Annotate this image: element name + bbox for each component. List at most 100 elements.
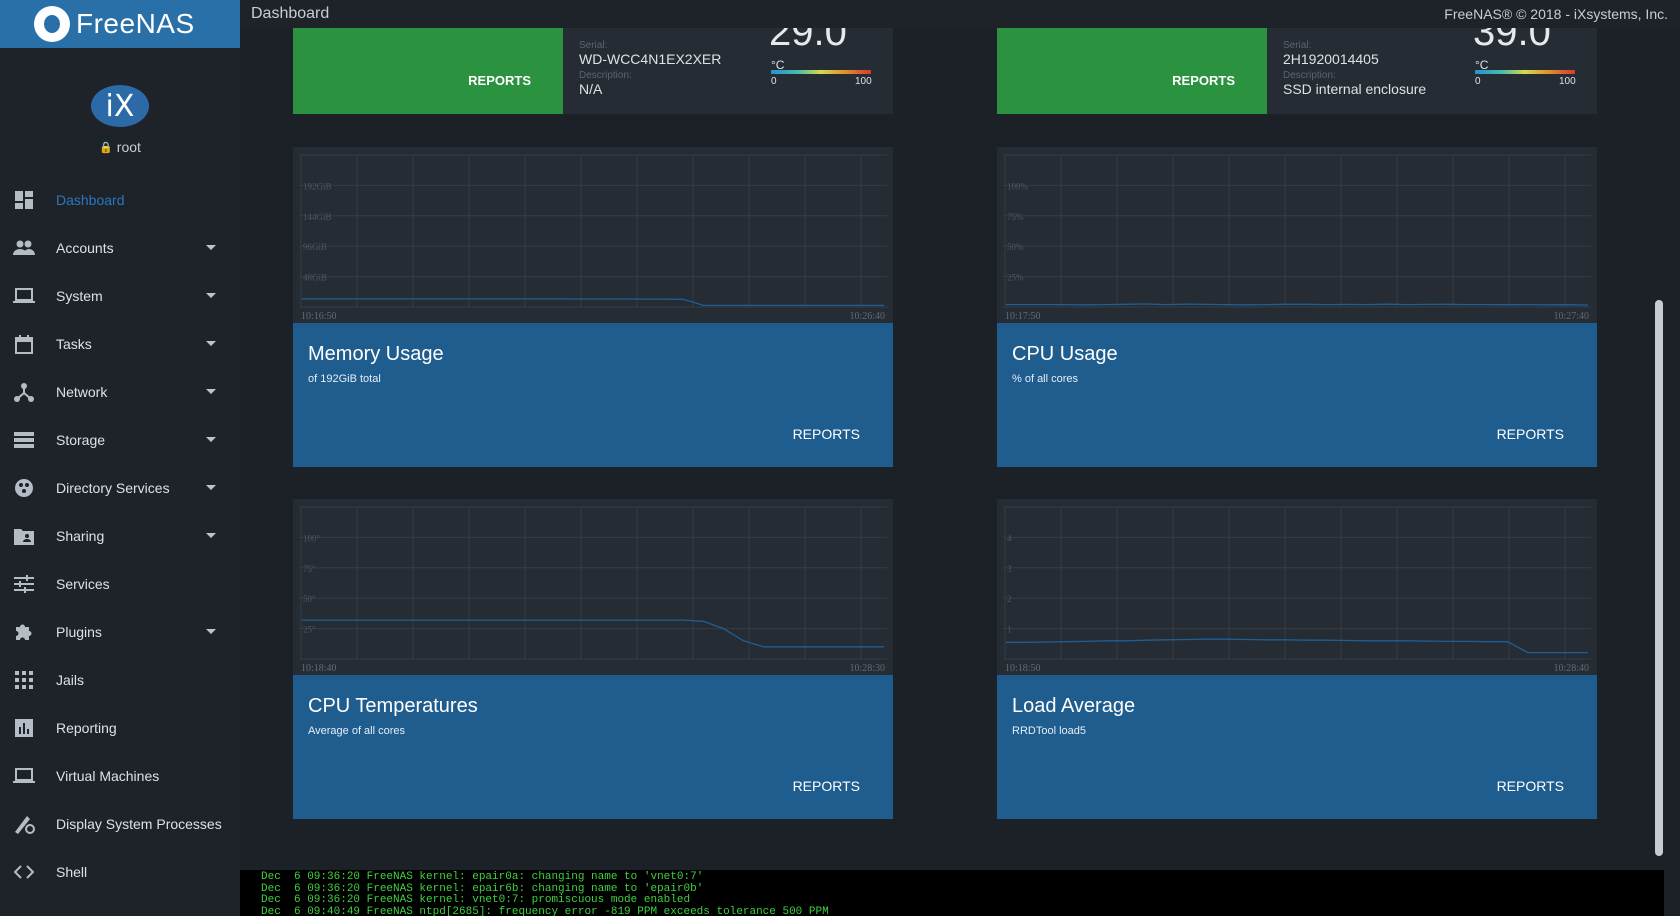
- sidebar-item-label: Jails: [56, 672, 85, 688]
- sidebar-item-label: Directory Services: [56, 480, 170, 496]
- chevron-down-icon[interactable]: [206, 389, 216, 394]
- reports-button[interactable]: REPORTS: [468, 73, 531, 88]
- user-name[interactable]: 🔒 root: [99, 139, 141, 155]
- serial-label: Serial:: [579, 40, 608, 51]
- code-icon: [12, 865, 36, 879]
- sidebar-item-label: Tasks: [56, 336, 92, 352]
- puzzle-icon: [12, 622, 36, 642]
- reports-button[interactable]: REPORTS: [793, 426, 860, 442]
- scale-max: 100: [855, 76, 872, 87]
- freenas-shark-icon: [34, 6, 70, 42]
- description-value: N/A: [579, 81, 603, 97]
- memory-usage-widget: 192GiB 144GiB 96GiB 48GiB 10:16:50 10:26:40 M…: [293, 147, 893, 467]
- sidebar-item-storage[interactable]: Storage: [0, 416, 240, 464]
- sidebar-item-system[interactable]: System: [0, 272, 240, 320]
- y-tick-label: 3: [1007, 564, 1012, 574]
- series-line: [302, 619, 884, 648]
- reports-button[interactable]: REPORTS: [1497, 426, 1564, 442]
- sidebar-item-plugins[interactable]: Plugins: [0, 608, 240, 656]
- chevron-down-icon[interactable]: [206, 485, 216, 490]
- widget-subtitle: Average of all cores: [308, 725, 406, 737]
- sidebar-item-tasks[interactable]: Tasks: [0, 320, 240, 368]
- sidebar-item-services[interactable]: Services: [0, 560, 240, 608]
- chevron-down-icon[interactable]: [206, 341, 216, 346]
- widget-panel: Load Average RRDTool load5 REPORTS: [997, 675, 1597, 819]
- sidebar-item-label: Storage: [56, 432, 106, 448]
- chevron-down-icon[interactable]: [206, 629, 216, 634]
- sidebar-nav: Dashboard Accounts System Tasks Network Stora…: [0, 176, 240, 896]
- console-line: Dec 6 09:36:20 FreeNAS kernel: vnet0:7: …: [261, 894, 691, 906]
- sidebar-item-label: Shell: [56, 864, 88, 880]
- storage-icon: [12, 432, 36, 448]
- y-tick-label: 50°: [303, 594, 316, 604]
- y-tick-label: 75°: [303, 564, 316, 574]
- copyright-text: FreeNAS® © 2018 - iXsystems, Inc.: [1444, 6, 1668, 22]
- console-log: Dec 6 09:36:20 FreeNAS kernel: epair0a: …: [240, 870, 1664, 916]
- sidebar-item-directory-services[interactable]: Directory Services: [0, 464, 240, 512]
- memory-usage-chart: 192GiB 144GiB 96GiB 48GiB 10:16:50 10:26:40: [293, 147, 893, 323]
- ix-avatar: iX: [91, 85, 149, 127]
- chevron-down-icon[interactable]: [206, 245, 216, 250]
- serial-label: Serial:: [1283, 40, 1312, 51]
- top-header: Dashboard FreeNAS® © 2018 - iXsystems, I…: [240, 0, 1680, 28]
- disk-temp-gauge: 29.0 °C 0 100: [763, 28, 873, 114]
- sidebar-item-label: Sharing: [56, 528, 105, 544]
- disk-info: Serial: 2H1920014405 Description: SSD in…: [1267, 28, 1467, 114]
- disk-temp-card: REPORTS Serial: 2H1920014405 Description…: [997, 28, 1597, 114]
- x-start-label: 10:18:40: [301, 663, 337, 674]
- sidebar-item-network[interactable]: Network: [0, 368, 240, 416]
- widget-panel: Memory Usage of 192GiB total REPORTS: [293, 323, 893, 467]
- description-value: SSD internal enclosure: [1283, 81, 1427, 97]
- x-end-label: 10:26:40: [849, 311, 885, 322]
- description-label: Description:: [1283, 70, 1336, 81]
- reports-button[interactable]: REPORTS: [1497, 778, 1564, 794]
- sidebar-item-sharing[interactable]: Sharing: [0, 512, 240, 560]
- sidebar-item-reporting[interactable]: Reporting: [0, 704, 240, 752]
- freenas-logo[interactable]: FreeNAS: [0, 0, 240, 48]
- chevron-down-icon[interactable]: [206, 437, 216, 442]
- page-title: Dashboard: [251, 5, 330, 22]
- load-average-chart: 4 3 2 1 10:18:50 10:28:40: [997, 499, 1597, 675]
- description-label: Description:: [579, 70, 632, 81]
- y-tick-label: 96GiB: [303, 242, 327, 252]
- sidebar-item-jails[interactable]: Jails: [0, 656, 240, 704]
- reports-button[interactable]: REPORTS: [1172, 73, 1235, 88]
- chevron-down-icon[interactable]: [206, 533, 216, 538]
- main-scrollbar-thumb[interactable]: [1655, 300, 1663, 856]
- folder-shared-icon: [12, 528, 36, 545]
- sidebar-item-display-system-processes[interactable]: Display System Processes: [0, 800, 240, 848]
- serial-value: 2H1920014405: [1283, 51, 1379, 67]
- calendar-icon: [12, 334, 36, 354]
- user-name-label: root: [116, 139, 141, 155]
- y-tick-label: 75%: [1007, 212, 1024, 222]
- tune-icon: [12, 575, 36, 593]
- apps-grid-icon: [12, 671, 36, 689]
- x-end-label: 10:28:30: [849, 663, 885, 674]
- sidebar-item-shell[interactable]: Shell: [0, 848, 240, 896]
- cpu-usage-widget: 100% 75% 50% 25% 10:17:50 10:27:40 CPU Usage …: [997, 147, 1597, 467]
- widget-panel: CPU Usage % of all cores REPORTS: [997, 323, 1597, 467]
- temperature-scale-bar: [771, 70, 871, 74]
- widget-title: CPU Usage: [1012, 343, 1118, 365]
- y-tick-label: 4: [1007, 533, 1012, 543]
- widget-subtitle: of 192GiB total: [308, 373, 381, 385]
- sidebar-item-dashboard[interactable]: Dashboard: [0, 176, 240, 224]
- reports-button[interactable]: REPORTS: [793, 778, 860, 794]
- dashboard-main: REPORTS Serial: WD-WCC4N1EX2XER Descript…: [240, 28, 1652, 870]
- disk-temp-card: REPORTS Serial: WD-WCC4N1EX2XER Descript…: [293, 28, 893, 114]
- y-tick-label: 1: [1007, 625, 1012, 635]
- widget-title: Load Average: [1012, 695, 1136, 717]
- y-tick-label: 25%: [1007, 273, 1024, 283]
- cpu-usage-chart: 100% 75% 50% 25% 10:17:50 10:27:40: [997, 147, 1597, 323]
- sidebar-item-virtual-machines[interactable]: Virtual Machines: [0, 752, 240, 800]
- console-line: Dec 6 09:36:20 FreeNAS kernel: epair0a: …: [261, 871, 704, 883]
- laptop-icon: [12, 288, 36, 304]
- sidebar-item-accounts[interactable]: Accounts: [0, 224, 240, 272]
- cpu-temperatures-chart: 100° 75° 50° 25° 10:18:40 10:28:30: [293, 499, 893, 675]
- sidebar: FreeNAS iX 🔒 root Dashboard Accounts Syste…: [0, 0, 240, 916]
- temperature-scale-bar: [1475, 70, 1575, 74]
- x-end-label: 10:28:40: [1553, 663, 1589, 674]
- disk-status-panel: REPORTS: [293, 28, 563, 114]
- chevron-down-icon[interactable]: [206, 293, 216, 298]
- sidebar-item-label: Display System Processes: [56, 816, 222, 832]
